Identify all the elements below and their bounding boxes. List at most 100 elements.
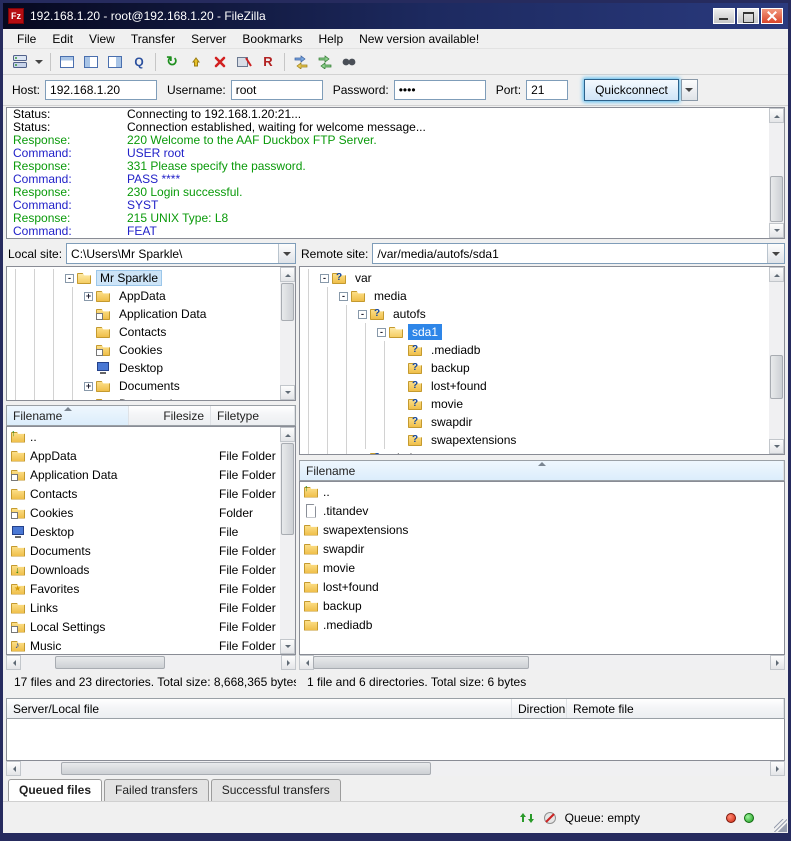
menu-item[interactable]: Edit	[44, 30, 81, 48]
file-row[interactable]: .titandev	[300, 501, 784, 520]
file-row[interactable]: Application Data File Folder	[7, 465, 295, 484]
tree-item[interactable]: Cookies	[7, 341, 295, 359]
tree-item[interactable]: - var	[300, 269, 784, 287]
refresh-button[interactable]: ↻	[160, 51, 184, 73]
file-row[interactable]: Cookies Folder	[7, 503, 295, 522]
remote-list-hscrollbar[interactable]	[299, 655, 785, 670]
toggle-queue-button[interactable]: Q	[127, 51, 151, 73]
site-manager-button[interactable]	[8, 51, 32, 73]
scroll-left-icon[interactable]	[6, 655, 21, 670]
scroll-down-icon[interactable]	[769, 439, 784, 454]
tree-expander-icon[interactable]: +	[84, 292, 93, 301]
menu-item[interactable]: Bookmarks	[234, 30, 310, 48]
column-header-remote-file[interactable]: Remote file	[567, 699, 784, 718]
toggle-remote-tree-button[interactable]	[103, 51, 127, 73]
scroll-left-icon[interactable]	[6, 761, 21, 776]
column-header-server-local-file[interactable]: Server/Local file	[7, 699, 512, 718]
reconnect-button[interactable]: R	[256, 51, 280, 73]
tree-item[interactable]: + Documents	[7, 377, 295, 395]
synchronized-browsing-button[interactable]	[313, 51, 337, 73]
file-row[interactable]: AppData File Folder	[7, 446, 295, 465]
file-row[interactable]: Desktop File	[7, 522, 295, 541]
toggle-local-tree-button[interactable]	[79, 51, 103, 73]
column-header-direction[interactable]: Direction	[512, 699, 567, 718]
scroll-right-icon[interactable]	[770, 761, 785, 776]
tree-item[interactable]: swapextensions	[300, 431, 784, 449]
column-header-filename[interactable]: Filename	[7, 406, 129, 425]
tree-item[interactable]: .mediadb	[300, 341, 784, 359]
tree-item[interactable]: lost+found	[300, 377, 784, 395]
local-site-combo[interactable]	[66, 243, 296, 264]
queue-tab[interactable]: Failed transfers	[104, 779, 209, 801]
file-row[interactable]: ..	[7, 427, 295, 446]
local-tree-scrollbar-thumb[interactable]	[281, 283, 294, 321]
menu-item[interactable]: New version available!	[351, 30, 487, 48]
local-list-hscrollbar[interactable]	[6, 655, 296, 670]
file-row[interactable]: Music File Folder	[7, 636, 295, 655]
menu-item[interactable]: View	[81, 30, 123, 48]
minimize-button[interactable]	[713, 8, 735, 24]
tree-expander-icon[interactable]: +	[358, 454, 367, 456]
menu-item[interactable]: Server	[183, 30, 234, 48]
file-row[interactable]: .mediadb	[300, 615, 784, 634]
file-row[interactable]: backup	[300, 596, 784, 615]
remote-tree-scrollbar-thumb[interactable]	[770, 355, 783, 399]
quickconnect-button[interactable]: Quickconnect	[584, 79, 679, 101]
file-row[interactable]: Local Settings File Folder	[7, 617, 295, 636]
maximize-button[interactable]	[737, 8, 759, 24]
close-button[interactable]	[761, 8, 783, 24]
process-queue-button[interactable]	[184, 51, 208, 73]
menu-item[interactable]: File	[9, 30, 44, 48]
remote-site-combo[interactable]	[372, 243, 785, 264]
menu-item[interactable]: Transfer	[123, 30, 183, 48]
tree-expander-icon[interactable]: +	[84, 400, 93, 402]
hscrollbar-thumb[interactable]	[55, 656, 165, 669]
password-input[interactable]	[394, 80, 486, 100]
site-manager-dropdown-button[interactable]	[32, 51, 46, 73]
log-scrollbar-thumb[interactable]	[770, 176, 783, 222]
file-row[interactable]: ..	[300, 482, 784, 501]
tree-expander-icon[interactable]: -	[65, 274, 74, 283]
tree-expander-icon[interactable]: -	[320, 274, 329, 283]
disconnect-button[interactable]	[232, 51, 256, 73]
tree-item[interactable]: movie	[300, 395, 784, 413]
port-input[interactable]	[526, 80, 568, 100]
file-row[interactable]: lost+found	[300, 577, 784, 596]
scroll-up-icon[interactable]	[280, 427, 295, 442]
column-header-filesize[interactable]: Filesize	[129, 406, 211, 425]
remote-tree-scrollbar[interactable]	[769, 267, 784, 454]
resize-grip[interactable]	[774, 819, 787, 832]
tree-item[interactable]: - Mr Sparkle	[7, 269, 295, 287]
scroll-right-icon[interactable]	[770, 655, 785, 670]
compare-directories-button[interactable]	[289, 51, 313, 73]
tree-item[interactable]: - sda1	[300, 323, 784, 341]
file-row[interactable]: Contacts File Folder	[7, 484, 295, 503]
tree-expander-icon[interactable]: +	[84, 382, 93, 391]
scroll-up-icon[interactable]	[280, 267, 295, 282]
tree-expander-icon[interactable]: -	[339, 292, 348, 301]
tree-item[interactable]: swapdir	[300, 413, 784, 431]
tree-item[interactable]: backup	[300, 359, 784, 377]
tree-item[interactable]: + AppData	[7, 287, 295, 305]
scroll-down-icon[interactable]	[280, 385, 295, 400]
tree-item[interactable]: Desktop	[7, 359, 295, 377]
queue-tab[interactable]: Queued files	[8, 779, 102, 801]
local-site-input[interactable]	[67, 244, 295, 263]
tree-expander-icon[interactable]: -	[377, 328, 386, 337]
quickconnect-dropdown-button[interactable]	[681, 79, 698, 101]
file-row[interactable]: movie	[300, 558, 784, 577]
scroll-left-icon[interactable]	[299, 655, 314, 670]
host-input[interactable]	[45, 80, 157, 100]
tree-item[interactable]: Application Data	[7, 305, 295, 323]
tree-item[interactable]: + dvd	[300, 449, 784, 455]
queue-tab[interactable]: Successful transfers	[211, 779, 341, 801]
hscrollbar-thumb[interactable]	[61, 762, 431, 775]
title-bar[interactable]: Fz 192.168.1.20 - root@192.168.1.20 - Fi…	[3, 3, 788, 29]
hscrollbar-thumb[interactable]	[313, 656, 529, 669]
scroll-right-icon[interactable]	[281, 655, 296, 670]
username-input[interactable]	[231, 80, 323, 100]
local-list-scrollbar[interactable]	[280, 427, 295, 654]
local-list-scrollbar-thumb[interactable]	[281, 443, 294, 535]
find-files-button[interactable]	[337, 51, 361, 73]
file-row[interactable]: swapextensions	[300, 520, 784, 539]
